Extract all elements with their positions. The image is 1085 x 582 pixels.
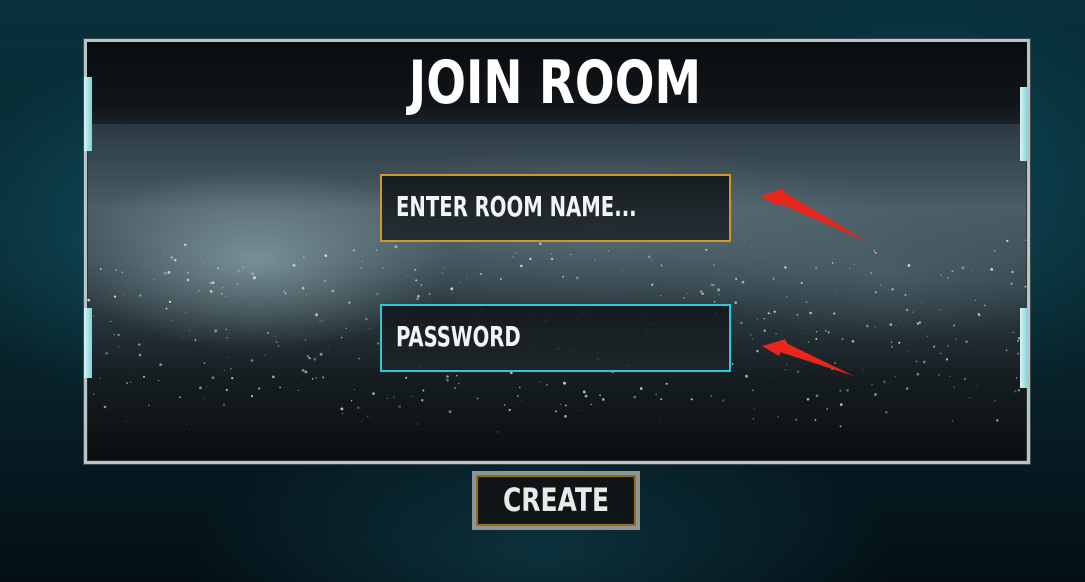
frame-tab-right-lower [1020, 308, 1028, 388]
frame-tab-left [84, 77, 92, 151]
dialog-title: JOIN ROOM [408, 48, 702, 118]
frame-tab-right [1020, 87, 1028, 161]
room-name-placeholder: ENTER ROOM NAME... [396, 190, 637, 223]
frame-tab-left-lower [84, 308, 92, 378]
room-name-input[interactable]: ENTER ROOM NAME... [380, 174, 731, 242]
title-band: JOIN ROOM [87, 42, 1027, 124]
create-button[interactable]: CREATE [472, 471, 640, 530]
password-input[interactable]: PASSWORD [380, 304, 731, 372]
create-button-label: CREATE [502, 481, 610, 519]
game-background: JOIN ROOM ENTER ROOM NAME... PASSWORD CR… [0, 0, 1085, 582]
join-room-panel: JOIN ROOM [84, 39, 1030, 464]
password-placeholder: PASSWORD [396, 320, 521, 353]
